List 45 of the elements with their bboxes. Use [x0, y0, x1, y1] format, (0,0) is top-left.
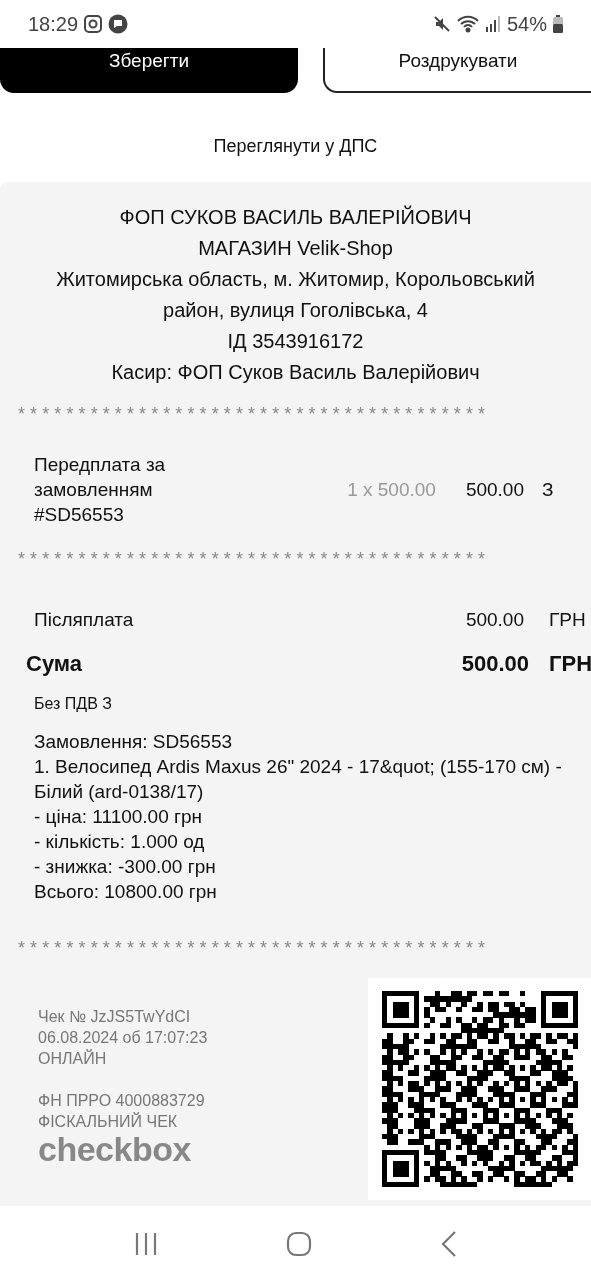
- receipt-header-line: ІД 3543916172: [226, 329, 365, 354]
- payment-amount: 500.00: [465, 609, 524, 631]
- check-info: ОНЛАЙН: [38, 1048, 108, 1069]
- item-tax: З: [542, 478, 555, 501]
- status-time: 18:29: [28, 12, 79, 36]
- home-icon[interactable]: [286, 1230, 313, 1257]
- item-quantity: 1 x 500.00: [347, 478, 436, 501]
- receipt-header-line: МАГАЗИН Velik-Shop: [197, 236, 394, 261]
- order-line: Замовлення: SD56553: [34, 730, 234, 754]
- receipt-header-line: ФОП СУКОВ ВАСИЛЬ ВАЛЕРІЙОВИЧ: [118, 204, 473, 230]
- view-link[interactable]: Переглянути у ДПС: [207, 135, 384, 158]
- order-line: - знижка: -300.00 грн: [34, 855, 217, 879]
- order-line: - ціна: 11100.00 грн: [34, 805, 204, 829]
- check-info: Чек № JzJS5TwYdCI: [38, 1007, 192, 1027]
- mute-icon: [432, 15, 451, 33]
- instagram-icon: [84, 15, 103, 33]
- chat-icon: [108, 14, 129, 34]
- brand-logo: checkbox: [38, 1132, 191, 1166]
- battery-icon: [553, 15, 563, 33]
- signal-icon: [484, 15, 501, 33]
- order-line: - кількість: 1.000 од: [34, 830, 206, 854]
- fiscal-info: ФІСКАЛЬНИЙ ЧЕК: [38, 1111, 179, 1132]
- separator: ***************************************: [17, 938, 492, 958]
- recent-apps-icon[interactable]: [134, 1231, 159, 1256]
- back-icon[interactable]: [440, 1230, 457, 1257]
- check-info: 06.08.2024 об 17:07:23: [38, 1028, 209, 1048]
- wifi-icon: [456, 15, 479, 33]
- order-line: Всього: 10800.00 грн: [34, 880, 218, 904]
- separator: ***************************************: [17, 549, 492, 569]
- payment-label: Сума: [26, 651, 83, 677]
- item-amount: 500.00: [465, 478, 524, 501]
- separator: ***************************************: [17, 404, 492, 424]
- print-button[interactable]: Роздрукувати: [323, 48, 591, 93]
- currency: ГРН: [549, 651, 591, 677]
- payment-amount: 500.00: [461, 651, 529, 677]
- currency: ГРН: [549, 609, 587, 631]
- payment-label: Післяплата: [34, 609, 134, 631]
- item-name: Передплата за замовленням #SD56553: [34, 453, 167, 527]
- receipt-header-line: Житомирська область, м. Житомир, Корольовський район, вулиця Гоголівська, 4: [55, 267, 536, 323]
- receipt-header-line: Касир: ФОП Суков Василь Валерійович: [110, 360, 481, 385]
- save-button[interactable]: Зберегти: [0, 48, 298, 93]
- fiscal-info: ФН ПРРО 4000883729: [38, 1091, 206, 1111]
- tax-note: Без ПДВ З: [34, 695, 112, 712]
- battery-percent: 54%: [506, 12, 547, 36]
- order-line: 1. Велосипед Ardis Maxus 26" 2024 - 17&quot; (155-170 см) - Білий (ard-0138/17): [34, 755, 563, 804]
